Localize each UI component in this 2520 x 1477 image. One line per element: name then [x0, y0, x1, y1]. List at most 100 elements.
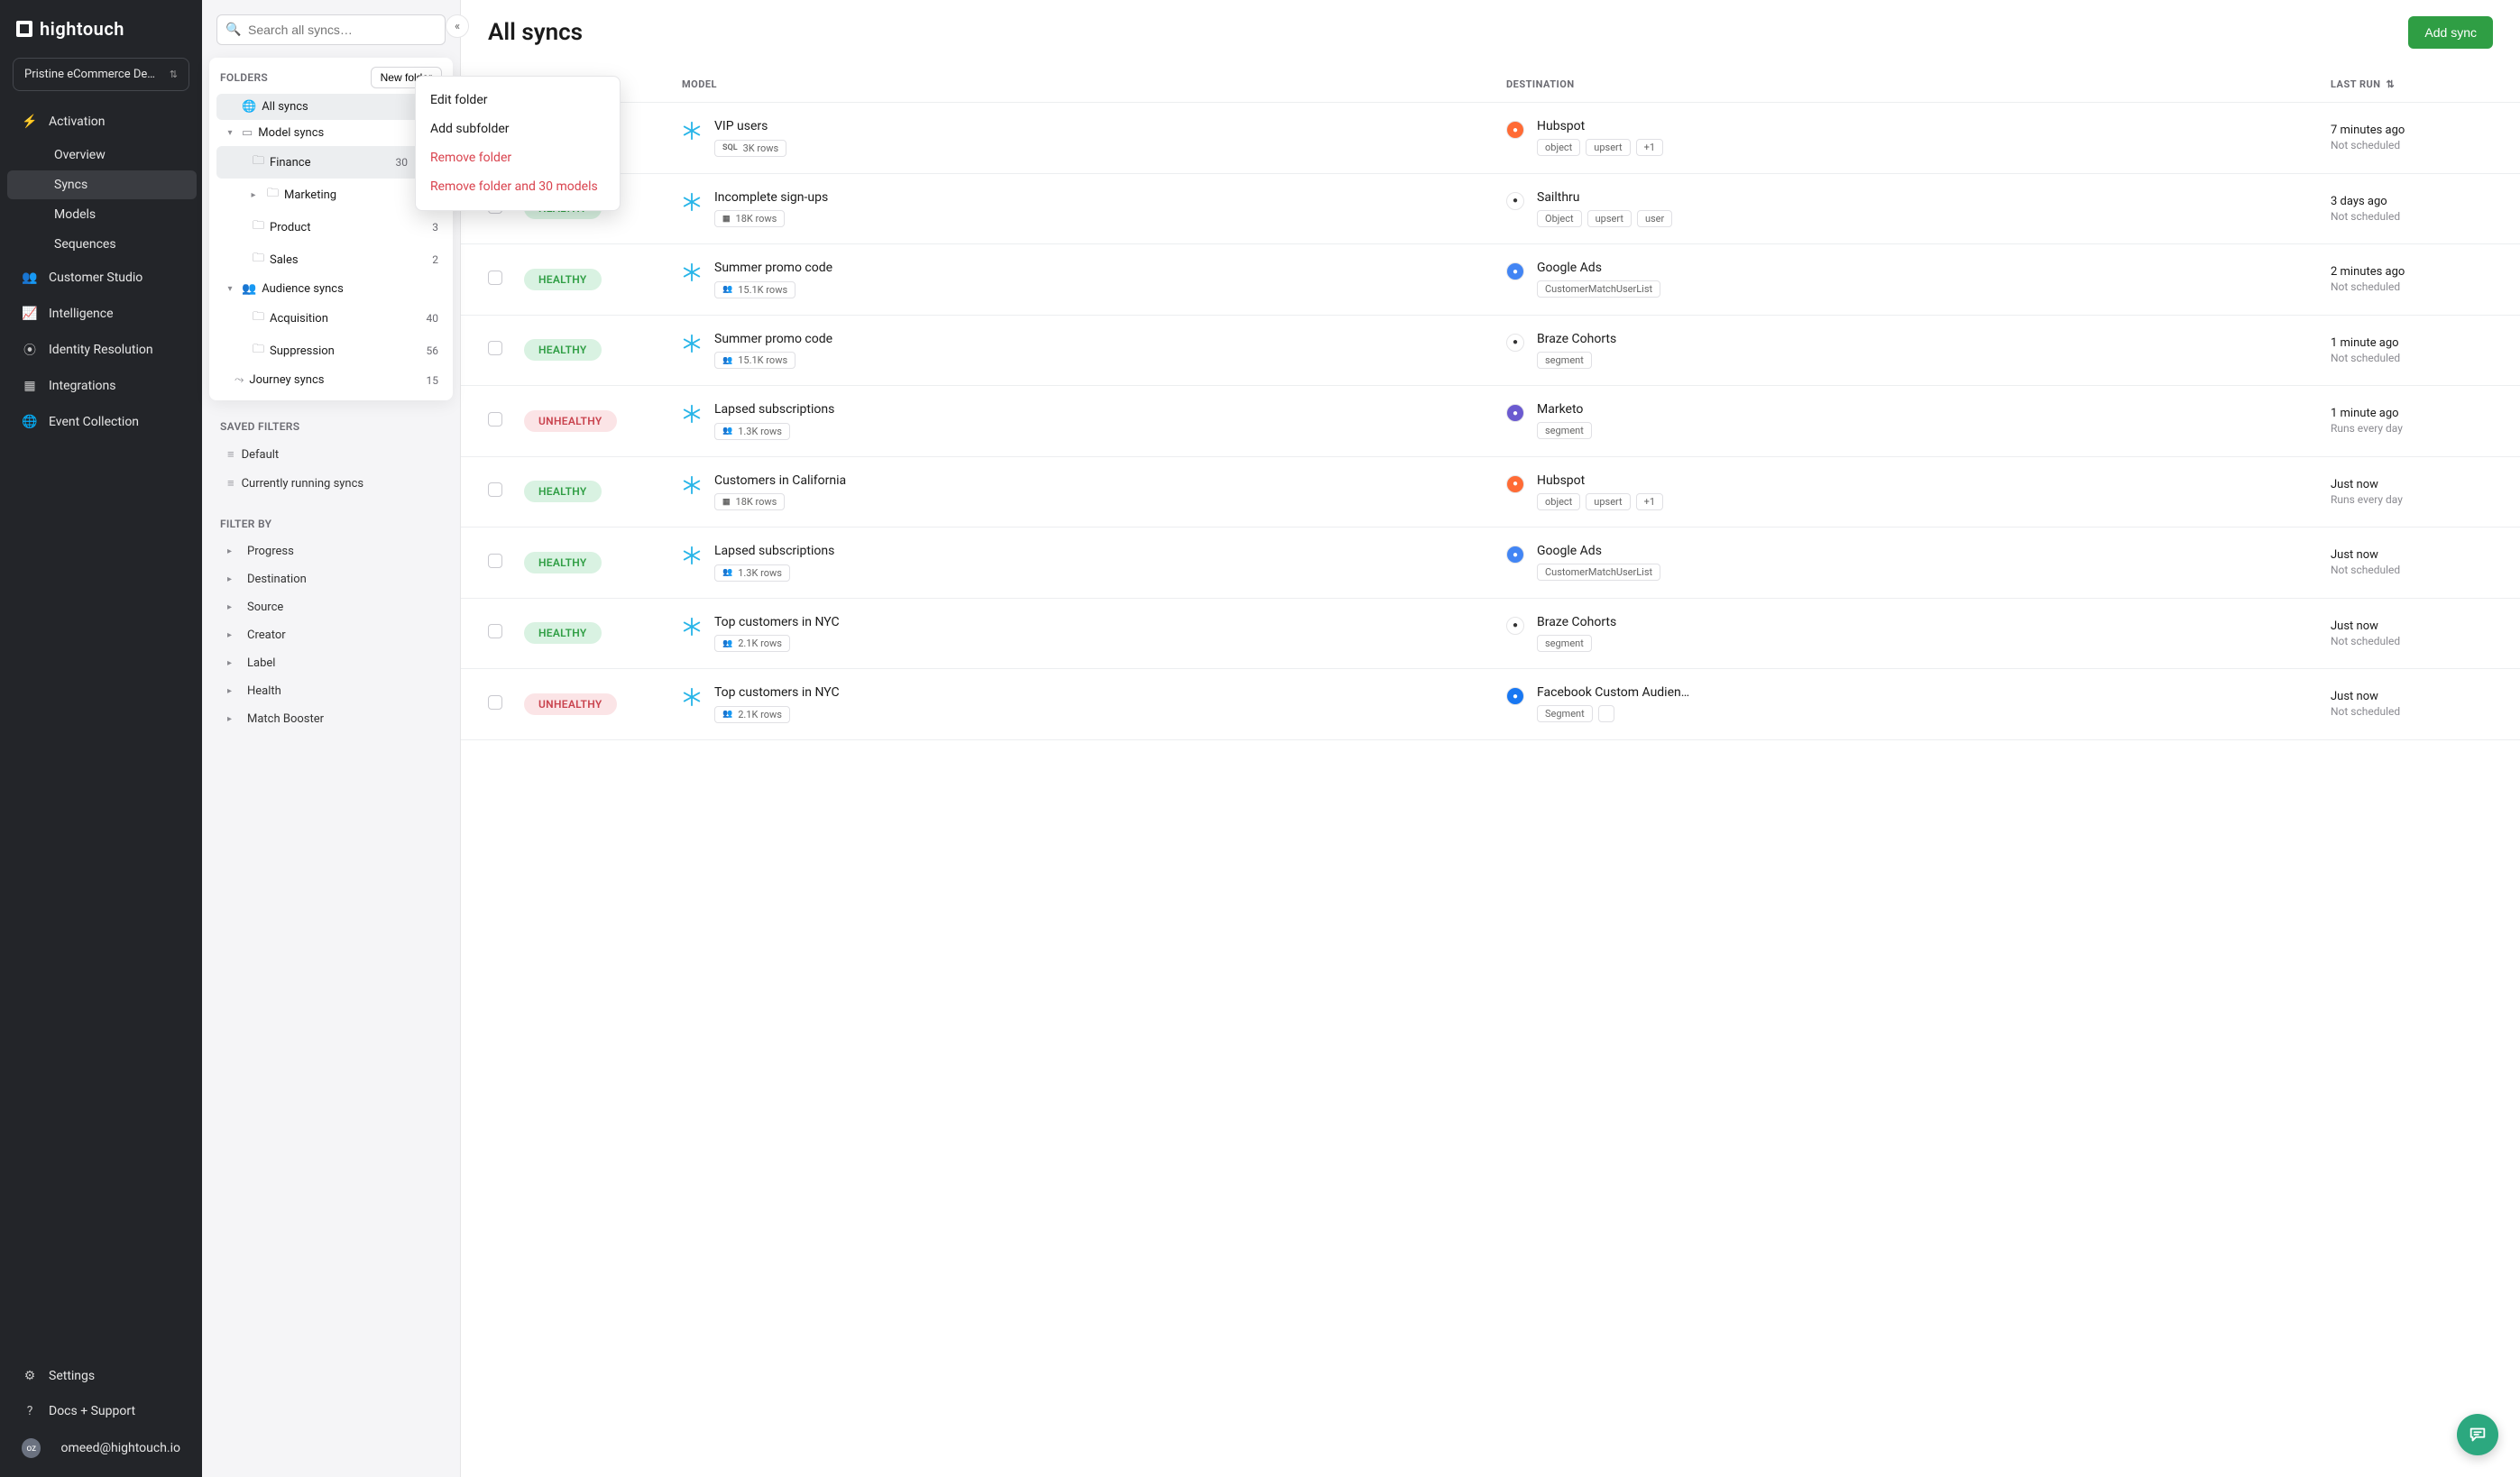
destination-tag: upsert — [1586, 493, 1630, 510]
destination-tag: Segment — [1537, 705, 1593, 722]
nav-user-account[interactable]: oz omeed@hightouch.io — [5, 1429, 197, 1467]
filter-by-item[interactable]: ▸Destination — [202, 565, 460, 593]
nav-overview[interactable]: Overview — [7, 141, 197, 170]
destination-name: Hubspot — [1537, 119, 1663, 133]
add-sync-button[interactable]: Add sync — [2408, 16, 2493, 49]
brand-logo[interactable]: hightouch — [0, 0, 202, 58]
destination-icon: ● — [1506, 404, 1524, 422]
filter-by-item[interactable]: ▸Source — [202, 593, 460, 621]
sync-row[interactable]: HEALTHY Incomplete sign-ups ▦18K rows ● … — [461, 174, 2520, 245]
collapse-sidebar-button[interactable]: « — [446, 14, 469, 38]
health-badge: HEALTHY — [524, 339, 602, 361]
col-destination[interactable]: DESTINATION — [1506, 78, 2331, 90]
destination-tag: +1 — [1636, 493, 1663, 510]
chevron-right-icon: ▸ — [227, 574, 240, 584]
folder-audience-syncs[interactable]: ▾ 👥 Audience syncs — [216, 276, 446, 302]
sync-row[interactable]: UNHEALTHY Lapsed subscriptions 👥1.3K row… — [461, 386, 2520, 457]
chevron-right-icon: ▸ — [227, 714, 240, 724]
schedule-text: Not scheduled — [2331, 352, 2400, 364]
destination-name: Braze Cohorts — [1537, 332, 1616, 346]
saved-filter-label: Currently running syncs — [242, 477, 364, 491]
chevron-right-icon: ▸ — [247, 190, 260, 200]
nav-customer-studio[interactable]: 👥 Customer Studio — [5, 261, 197, 295]
search-icon: 🔍 — [225, 23, 241, 37]
row-checkbox[interactable] — [488, 695, 502, 710]
ctx-edit-folder[interactable]: Edit folder — [416, 86, 620, 115]
filter-by-item[interactable]: ▸Creator — [202, 621, 460, 649]
nav-settings[interactable]: ⚙ Settings — [5, 1359, 197, 1393]
folder-model-syncs[interactable]: ▾ ▭ Model syncs 73 — [216, 120, 446, 146]
folder-suppression[interactable]: 🗀 Suppression 56 — [216, 335, 446, 367]
saved-filter-item[interactable]: ≡Default — [202, 440, 460, 469]
destination-name: Facebook Custom Audien… — [1537, 685, 1689, 700]
chevron-right-icon: ▸ — [227, 602, 240, 612]
rows-kind-icon: 👥 — [722, 285, 732, 294]
ctx-remove-folder-and-models[interactable]: Remove folder and 30 models — [416, 172, 620, 201]
folder-all-syncs[interactable]: 🌐 All syncs 184 — [216, 94, 446, 120]
row-checkbox[interactable] — [488, 482, 502, 497]
nav-activation[interactable]: ⚡ Activation — [5, 105, 197, 139]
nav-integrations[interactable]: ▦ Integrations — [5, 369, 197, 403]
filter-by-item[interactable]: ▸Health — [202, 677, 460, 705]
rows-kind-icon: ▦ — [722, 215, 731, 224]
last-run-time: 2 minutes ago — [2331, 265, 2405, 279]
nav-label: Docs + Support — [49, 1404, 135, 1418]
sync-row[interactable]: HEALTHY Summer promo code 👥15.1K rows ● … — [461, 244, 2520, 316]
row-checkbox[interactable] — [488, 271, 502, 285]
filter-by-item[interactable]: ▸Progress — [202, 537, 460, 565]
folder-product[interactable]: 🗀 Product 3 — [216, 211, 446, 243]
sync-row[interactable]: HEALTHY VIP users SQL3K rows ● Hubspot o… — [461, 103, 2520, 174]
folder-journey-syncs[interactable]: ⤳ Journey syncs 15 — [216, 367, 446, 393]
sync-row[interactable]: HEALTHY Summer promo code 👥15.1K rows ● … — [461, 316, 2520, 387]
snowflake-icon — [682, 404, 702, 424]
folder-sales[interactable]: 🗀 Sales 2 — [216, 243, 446, 276]
row-checkbox[interactable] — [488, 554, 502, 568]
folder-label: Finance — [270, 156, 310, 170]
nav-event-collection[interactable]: 🌐 Event Collection — [5, 405, 197, 439]
row-checkbox[interactable] — [488, 624, 502, 638]
folder-finance[interactable]: 🗀 Finance 30 ⋯ — [216, 146, 446, 179]
ctx-remove-folder[interactable]: Remove folder — [416, 143, 620, 172]
folder-icon: 🗀 — [253, 341, 264, 361]
filter-by-title: FILTER BY — [202, 498, 460, 537]
help-bubble-button[interactable] — [2457, 1414, 2498, 1455]
row-checkbox[interactable] — [488, 412, 502, 427]
destination-name: Hubspot — [1537, 473, 1663, 488]
ctx-add-subfolder[interactable]: Add subfolder — [416, 115, 620, 143]
sync-row[interactable]: HEALTHY Lapsed subscriptions 👥1.3K rows … — [461, 528, 2520, 599]
nav-intelligence[interactable]: 📈 Intelligence — [5, 297, 197, 331]
folder-icon: 🗀 — [267, 185, 279, 205]
filter-by-item[interactable]: ▸Match Booster — [202, 705, 460, 733]
search-input[interactable] — [216, 14, 446, 45]
destination-icon: ● — [1506, 121, 1524, 139]
snowflake-icon — [682, 121, 702, 141]
folder-marketing[interactable]: ▸ 🗀 Marketing 9 — [216, 179, 446, 211]
chat-icon — [2468, 1425, 2488, 1445]
nav-syncs[interactable]: Syncs — [7, 170, 197, 199]
saved-filters-title: SAVED FILTERS — [202, 400, 460, 440]
destination-icon: ● — [1506, 617, 1524, 635]
folder-icon: 🗀 — [253, 217, 264, 237]
filter-icon: ≡ — [227, 447, 235, 462]
workspace-switcher[interactable]: Pristine eCommerce De… ⇅ — [13, 58, 189, 91]
nav-docs-support[interactable]: ? Docs + Support — [5, 1394, 197, 1428]
destination-tag: Object — [1537, 210, 1582, 227]
sync-row[interactable]: UNHEALTHY Top customers in NYC 👥2.1K row… — [461, 669, 2520, 740]
nav-identity-resolution[interactable]: ⦿ Identity Resolution — [5, 333, 197, 367]
nav-sequences[interactable]: Sequences — [7, 230, 197, 259]
col-model[interactable]: MODEL — [682, 78, 1506, 90]
sync-row[interactable]: HEALTHY Customers in California ▦18K row… — [461, 457, 2520, 528]
nav-models[interactable]: Models — [7, 200, 197, 229]
col-last-run[interactable]: LAST RUN ⇅ — [2331, 78, 2493, 90]
destination-name: Braze Cohorts — [1537, 615, 1616, 629]
model-name: Summer promo code — [714, 261, 832, 275]
destination-icon: ● — [1506, 546, 1524, 564]
folder-acquisition[interactable]: 🗀 Acquisition 40 — [216, 302, 446, 335]
filter-by-item[interactable]: ▸Label — [202, 649, 460, 677]
destination-name: Marketo — [1537, 402, 1592, 417]
model-name: Top customers in NYC — [714, 615, 840, 629]
sync-row[interactable]: HEALTHY Top customers in NYC 👥2.1K rows … — [461, 599, 2520, 670]
last-run-time: 1 minute ago — [2331, 336, 2400, 350]
saved-filter-item[interactable]: ≡Currently running syncs — [202, 469, 460, 498]
row-checkbox[interactable] — [488, 341, 502, 355]
